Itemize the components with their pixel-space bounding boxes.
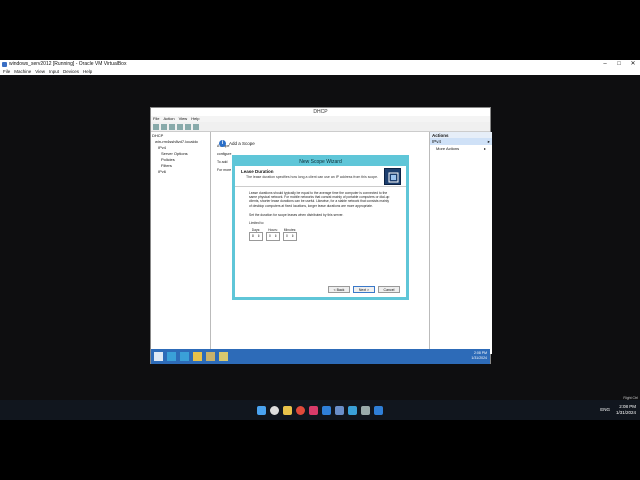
menu-file[interactable]: File (3, 68, 10, 75)
up-icon[interactable] (169, 124, 175, 130)
virtualbox-icon (2, 61, 7, 67)
wizard-buttons: < Back Next > Cancel (328, 286, 400, 293)
hours-spinner[interactable]: 0 ⇕ (266, 232, 280, 241)
guest-taskbar: 2:08 PM 1/31/2024 (151, 349, 490, 364)
menu-view[interactable]: View (35, 68, 45, 75)
actions-ipv4[interactable]: IPv4 ▸ (430, 138, 492, 145)
info-icon: i (219, 140, 226, 147)
wizard-subheading: The lease duration specifies how long a … (246, 175, 379, 179)
center-line: To add (217, 160, 228, 164)
wizard-heading: Lease Duration (241, 169, 274, 174)
hours-label: Hours: (268, 228, 278, 233)
wizard-title: New Scope Wizard (235, 158, 406, 166)
center-line: configure (217, 152, 232, 156)
menu-machine[interactable]: Machine (14, 68, 31, 75)
menu-devices[interactable]: Devices (63, 68, 79, 75)
days-group: Days: 8 ⇕ (249, 228, 263, 241)
close-icon[interactable]: ✕ (626, 60, 640, 68)
new-scope-wizard: New Scope Wizard Lease Duration The leas… (232, 155, 409, 300)
minutes-value: 0 (286, 234, 288, 239)
more-actions-label: More Actions (436, 146, 460, 151)
refresh-icon[interactable] (185, 124, 191, 130)
host-date: 1/31/2024 (615, 410, 636, 415)
virtualbox-menubar: File Machine View Input Devices Help (0, 68, 640, 75)
host-clock[interactable]: 2:08 PM 1/31/2024 (616, 404, 636, 416)
back-button[interactable]: < Back (328, 286, 350, 293)
lease-description: Lease durations should typically be equa… (249, 191, 390, 208)
file-explorer-icon[interactable] (283, 405, 292, 415)
wizard-body: Lease durations should typically be equa… (235, 187, 406, 287)
actions-pane: Actions IPv4 ▸ More Actions ▸ (429, 132, 492, 354)
virtualbox-titlebar: windows_serv2012 [Running] - Oracle VM V… (0, 60, 640, 68)
dhcp-taskbar-icon[interactable] (219, 352, 228, 361)
store-icon[interactable] (322, 405, 331, 415)
forward-icon[interactable] (161, 124, 167, 130)
back-icon[interactable] (153, 124, 159, 130)
right-ctrl-label: Right Ctrl (623, 396, 638, 400)
virtualbox-title: windows_serv2012 [Running] - Oracle VM V… (9, 61, 127, 67)
actions-ipv4-label: IPv4 (432, 139, 442, 144)
more-actions[interactable]: More Actions ▸ (430, 145, 492, 151)
virtualbox-taskbar-icon[interactable] (335, 405, 344, 415)
tools-icon[interactable] (206, 352, 215, 361)
app-icon[interactable] (309, 405, 318, 415)
add-scope-heading: i Add a Scope (219, 140, 255, 147)
limited-to-label: Limited to: (249, 221, 265, 226)
properties-icon[interactable] (177, 124, 183, 130)
help-icon[interactable] (193, 124, 199, 130)
maximize-icon[interactable]: □ (612, 60, 626, 68)
start-icon[interactable] (154, 352, 163, 361)
dhcp-title: DHCP (151, 108, 490, 116)
spinner-arrows-icon[interactable]: ⇕ (291, 234, 294, 238)
app-icon[interactable] (374, 405, 383, 415)
chrome-icon[interactable] (296, 405, 305, 415)
minimize-icon[interactable]: – (598, 60, 612, 68)
spinner-arrows-icon[interactable]: ⇕ (274, 234, 277, 238)
menu-help[interactable]: Help (83, 68, 92, 75)
explorer-icon[interactable] (193, 352, 202, 361)
console-tree: DHCP win-rm4ssh8vd7.localdo IPv4 Server … (151, 132, 211, 354)
center-line: For more (217, 168, 232, 172)
add-scope-label: Add a Scope (229, 141, 255, 146)
guest-date: 1/31/2024 (471, 356, 487, 360)
menu-input[interactable]: Input (49, 68, 59, 75)
next-button[interactable]: Next > (353, 286, 375, 293)
expand-arrow-icon: ▸ (487, 139, 490, 144)
hours-group: Hours: 0 ⇕ (266, 228, 280, 241)
expand-arrow-icon: ▸ (483, 146, 486, 151)
app-icon[interactable] (348, 405, 357, 415)
app-icon[interactable] (361, 405, 370, 415)
minutes-spinner[interactable]: 0 ⇕ (283, 232, 297, 241)
spinner-arrows-icon[interactable]: ⇕ (257, 234, 260, 238)
window-controls: – □ ✕ (598, 60, 640, 68)
minutes-label: Minutes: (283, 228, 297, 233)
search-icon[interactable] (270, 405, 279, 415)
wizard-header: Lease Duration The lease duration specif… (235, 166, 406, 187)
hours-value: 0 (269, 234, 271, 239)
days-spinner[interactable]: 8 ⇕ (249, 232, 263, 241)
guest-clock: 2:08 PM 1/31/2024 (471, 351, 487, 361)
tree-item-ipv6[interactable]: IPv6 (152, 169, 209, 175)
days-value: 8 (252, 234, 254, 239)
windows-start-icon[interactable] (257, 405, 266, 415)
cancel-button[interactable]: Cancel (378, 286, 400, 293)
server-manager-icon[interactable] (167, 352, 176, 361)
dhcp-toolbar (151, 122, 490, 132)
system-tray: ENG 2:08 PM 1/31/2024 (600, 404, 636, 416)
host-taskbar (0, 400, 640, 420)
language-indicator[interactable]: ENG (600, 407, 610, 413)
lease-instruction: Set the duration for scope leases when d… (249, 212, 344, 217)
wizard-logo-icon (384, 168, 401, 185)
powershell-icon[interactable] (180, 352, 189, 361)
minutes-group: Minutes: 0 ⇕ (283, 228, 297, 241)
